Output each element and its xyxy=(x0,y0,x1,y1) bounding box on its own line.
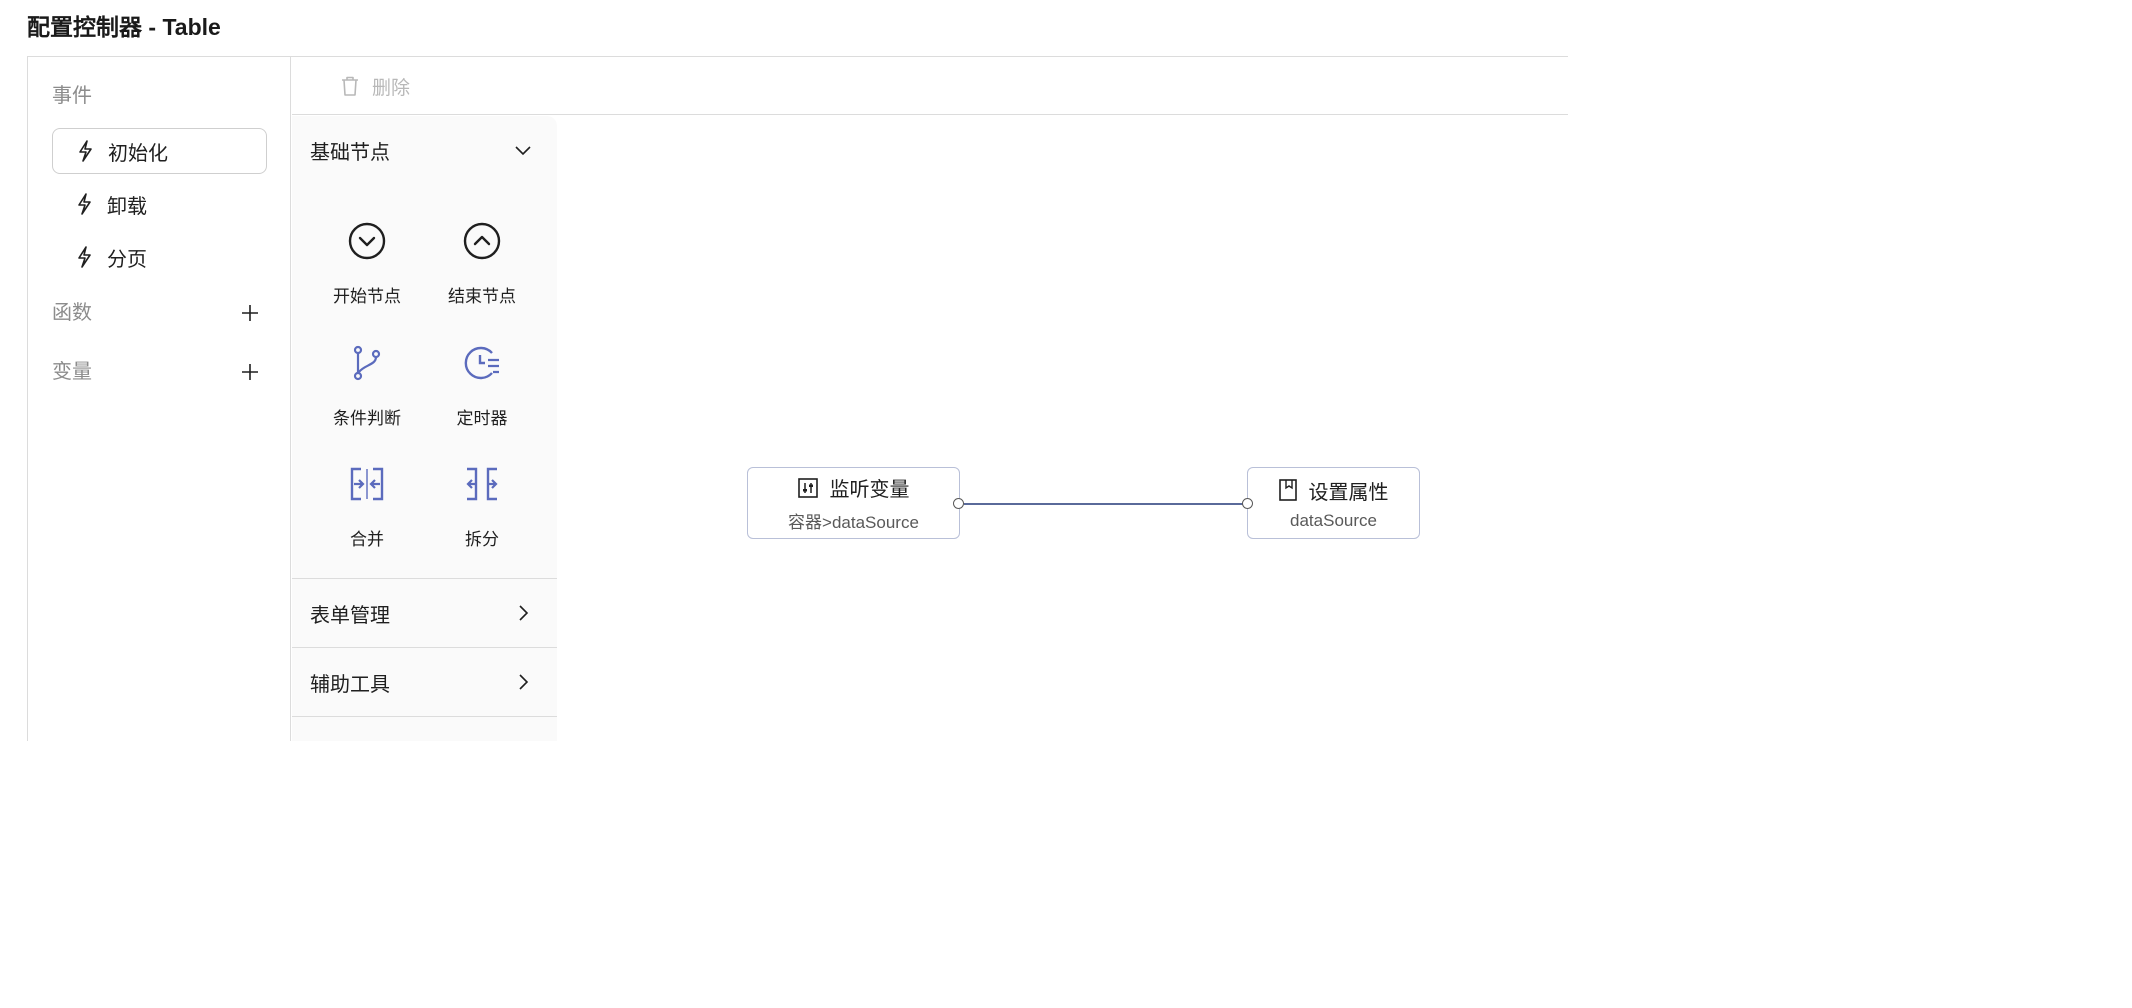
tool-label: 拆分 xyxy=(465,530,499,549)
flow-node-subtitle: 容器>dataSource xyxy=(788,513,919,532)
chevron-right-icon xyxy=(511,604,535,622)
palette-group-basic[interactable]: 基础节点 xyxy=(292,116,557,184)
page-icon xyxy=(1278,479,1297,501)
tool-timer[interactable]: 定时器 xyxy=(427,334,537,434)
tool-condition[interactable]: 条件判断 xyxy=(312,334,422,434)
plus-icon xyxy=(242,364,258,380)
tool-start-node[interactable]: 开始节点 xyxy=(312,212,422,312)
flow-node-subtitle: dataSource xyxy=(1290,510,1377,530)
functions-section: 函数 xyxy=(52,297,267,329)
event-item-init[interactable]: 初始化 xyxy=(52,128,267,174)
tool-split[interactable]: 拆分 xyxy=(427,455,537,555)
delete-button[interactable]: 删除 xyxy=(340,69,410,103)
clock-icon xyxy=(462,338,502,388)
flow-node-title: 设置属性 xyxy=(1308,481,1389,504)
palette-group-label: 基础节点 xyxy=(310,141,390,164)
page-title: 配置控制器 - Table xyxy=(27,14,221,40)
events-section-title: 事件 xyxy=(52,85,92,107)
flow-node-set-property[interactable]: 设置属性 dataSource xyxy=(1247,467,1420,539)
tool-label: 定时器 xyxy=(456,409,508,428)
event-item-label: 卸载 xyxy=(107,195,147,218)
add-variable-button[interactable] xyxy=(239,356,261,388)
event-item-pagination[interactable]: 分页 xyxy=(52,234,267,280)
palette-group-tools[interactable]: 辅助工具 xyxy=(292,648,557,716)
plus-icon xyxy=(242,305,258,321)
divider xyxy=(292,716,557,717)
node-palette: 基础节点 开始节点 结束节点 条件判断 定时器 合并 拆分 表单管理 辅助工具 xyxy=(292,116,557,741)
lightning-icon xyxy=(74,193,100,215)
flow-edge[interactable] xyxy=(964,503,1243,505)
sliders-icon xyxy=(797,477,818,498)
chevron-down-circle-icon xyxy=(348,216,386,266)
flow-node-watch-variable[interactable]: 监听变量 容器>dataSource xyxy=(747,467,960,539)
tool-label: 结束节点 xyxy=(448,287,516,306)
variables-section: 变量 xyxy=(52,356,267,388)
trash-icon xyxy=(340,75,362,97)
palette-group-label: 表单管理 xyxy=(310,604,390,627)
palette-group-form[interactable]: 表单管理 xyxy=(292,579,557,647)
tool-label: 开始节点 xyxy=(333,287,401,306)
chevron-up-circle-icon xyxy=(463,216,501,266)
merge-icon xyxy=(350,459,384,509)
chevron-down-icon xyxy=(511,144,535,156)
tool-end-node[interactable]: 结束节点 xyxy=(427,212,537,312)
split-icon xyxy=(465,459,499,509)
flow-node-title: 监听变量 xyxy=(829,479,910,501)
chevron-right-icon xyxy=(511,673,535,691)
flow-canvas[interactable] xyxy=(557,116,1568,741)
toolbar: 删除 xyxy=(292,57,1568,115)
variables-section-title: 变量 xyxy=(52,361,92,383)
lightning-icon xyxy=(75,140,101,162)
tool-label: 合并 xyxy=(350,530,384,549)
event-item-label: 初始化 xyxy=(108,142,168,165)
add-function-button[interactable] xyxy=(239,297,261,329)
branch-icon xyxy=(352,338,382,388)
delete-button-label: 删除 xyxy=(372,77,411,99)
lightning-icon xyxy=(74,246,100,268)
tool-label: 条件判断 xyxy=(333,409,401,428)
tool-merge[interactable]: 合并 xyxy=(312,455,422,555)
event-item-label: 分页 xyxy=(107,248,147,271)
palette-group-label: 辅助工具 xyxy=(310,673,390,696)
event-item-unload[interactable]: 卸载 xyxy=(52,181,267,227)
functions-section-title: 函数 xyxy=(52,302,92,324)
output-port[interactable] xyxy=(953,498,964,509)
input-port[interactable] xyxy=(1242,498,1253,509)
